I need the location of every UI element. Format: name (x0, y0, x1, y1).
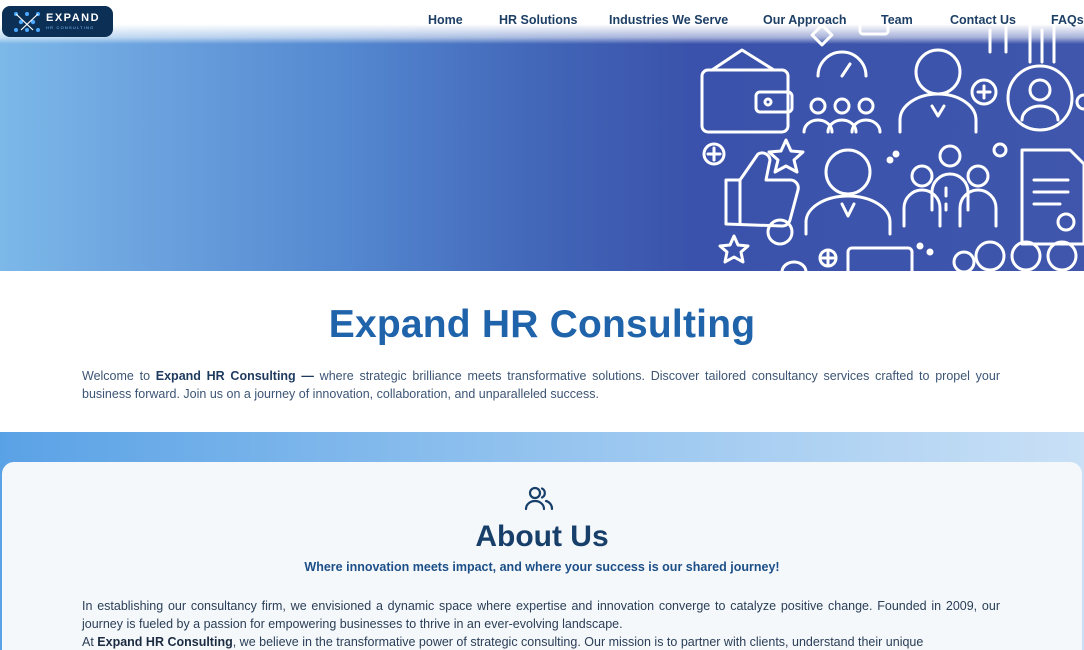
nav-industries[interactable]: Industries We Serve (609, 13, 728, 27)
nav-contact-us[interactable]: Contact Us (950, 13, 1016, 27)
nav-faqs[interactable]: FAQs (1051, 13, 1084, 27)
page-title: Expand HR Consulting (328, 303, 756, 346)
about-section: About Us Where innovation meets impact, … (2, 462, 1082, 650)
about-p2-body: , we believe in the transformative power… (232, 635, 924, 649)
about-paragraph-1: In establishing our consultancy firm, we… (82, 599, 1000, 631)
nav-team[interactable]: Team (881, 13, 913, 27)
intro-section: Expand HR Consulting Welcome to Expand H… (0, 271, 1084, 432)
about-subtitle: Where innovation meets impact, and where… (304, 560, 780, 574)
about-paragraph-2: At Expand HR Consulting, we believe in t… (82, 633, 1000, 650)
nav-hr-solutions[interactable]: HR Solutions (499, 13, 577, 27)
about-p2-lead: At (82, 635, 98, 649)
nav-menu: Home HR Solutions Industries We Serve Ou… (0, 13, 1084, 29)
users-icon (524, 486, 554, 511)
intro-lead: Welcome to (82, 369, 156, 383)
about-p2-brand: Expand HR Consulting (97, 635, 233, 649)
nav-our-approach[interactable]: Our Approach (763, 13, 847, 27)
intro-paragraph: Welcome to Expand HR Consulting — where … (82, 367, 1000, 403)
about-title: About Us (475, 520, 609, 553)
hr-icons-illustration (700, 16, 1084, 271)
nav-home[interactable]: Home (428, 13, 463, 27)
top-navbar: EXPAND HR CONSULTING Home HR Solutions I… (0, 0, 1084, 44)
intro-brand: Expand HR Consulting — (155, 369, 314, 383)
